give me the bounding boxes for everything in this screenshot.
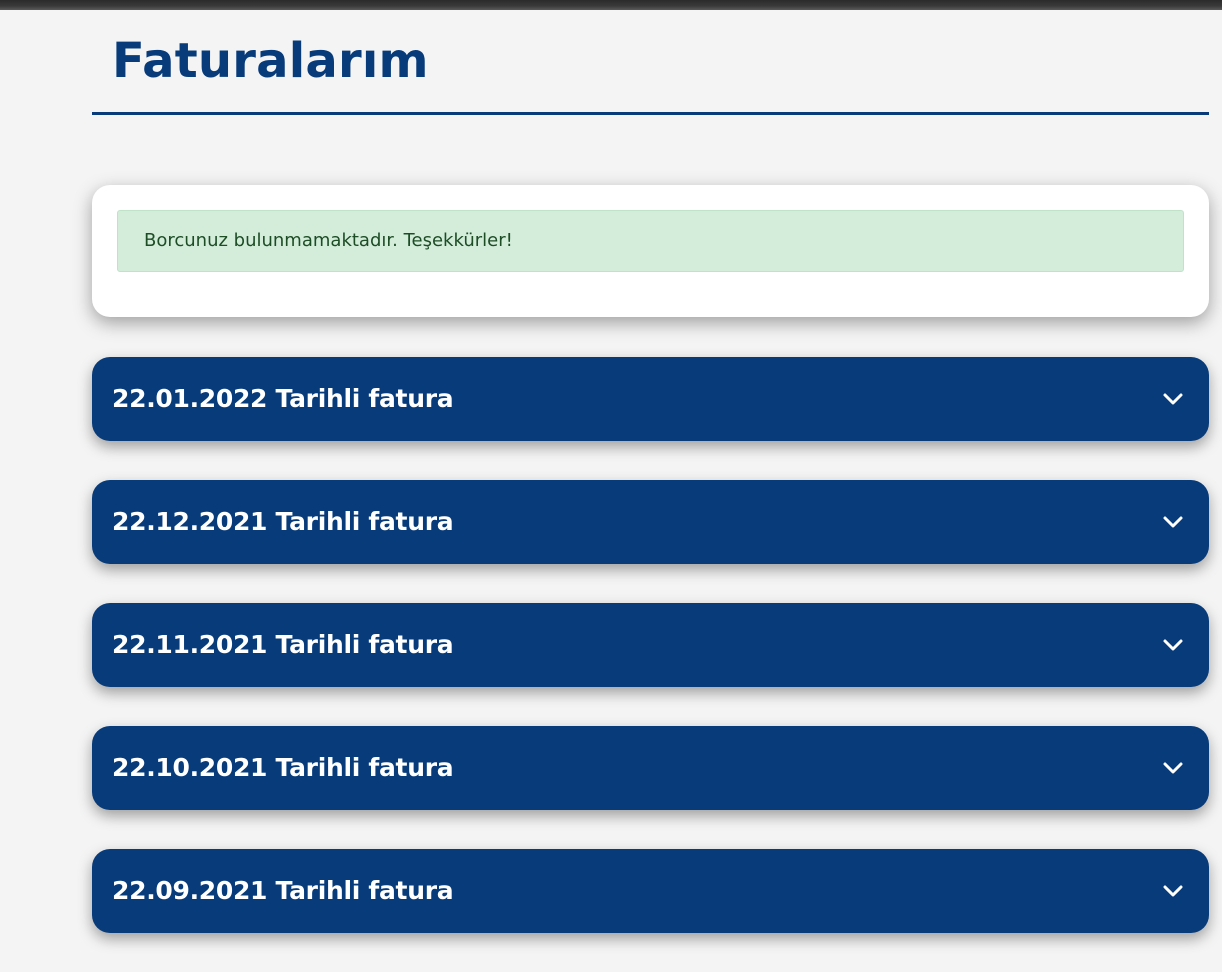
invoice-item-2021-11[interactable]: 22.11.2021 Tarihli fatura — [92, 603, 1209, 687]
invoice-item-label: 22.10.2021 Tarihli fatura — [112, 753, 454, 782]
chevron-down-icon[interactable] — [1161, 510, 1185, 534]
chevron-down-icon[interactable] — [1161, 756, 1185, 780]
invoice-item-label: 22.01.2022 Tarihli fatura — [112, 384, 454, 413]
invoice-item-2021-10[interactable]: 22.10.2021 Tarihli fatura — [92, 726, 1209, 810]
invoices-page: Faturalarım Borcunuz bulunmamaktadır. Te… — [92, 10, 1209, 933]
notice-card: Borcunuz bulunmamaktadır. Teşekkürler! — [92, 185, 1209, 317]
invoice-item-label: 22.11.2021 Tarihli fatura — [112, 630, 454, 659]
chevron-down-icon[interactable] — [1161, 633, 1185, 657]
chevron-down-icon[interactable] — [1161, 387, 1185, 411]
browser-top-bar — [0, 0, 1222, 10]
chevron-down-icon[interactable] — [1161, 879, 1185, 903]
invoice-accordion: 22.01.2022 Tarihli fatura 22.12.2021 Tar… — [92, 357, 1209, 972]
invoice-item-label: 22.09.2021 Tarihli fatura — [112, 876, 454, 905]
success-alert: Borcunuz bulunmamaktadır. Teşekkürler! — [117, 210, 1184, 272]
title-divider — [92, 112, 1209, 115]
page-title: Faturalarım — [112, 33, 429, 89]
invoice-item-2021-09[interactable]: 22.09.2021 Tarihli fatura — [92, 849, 1209, 933]
invoice-item-2021-12[interactable]: 22.12.2021 Tarihli fatura — [92, 480, 1209, 564]
invoice-item-label: 22.12.2021 Tarihli fatura — [112, 507, 454, 536]
invoice-item-2022-01[interactable]: 22.01.2022 Tarihli fatura — [92, 357, 1209, 441]
